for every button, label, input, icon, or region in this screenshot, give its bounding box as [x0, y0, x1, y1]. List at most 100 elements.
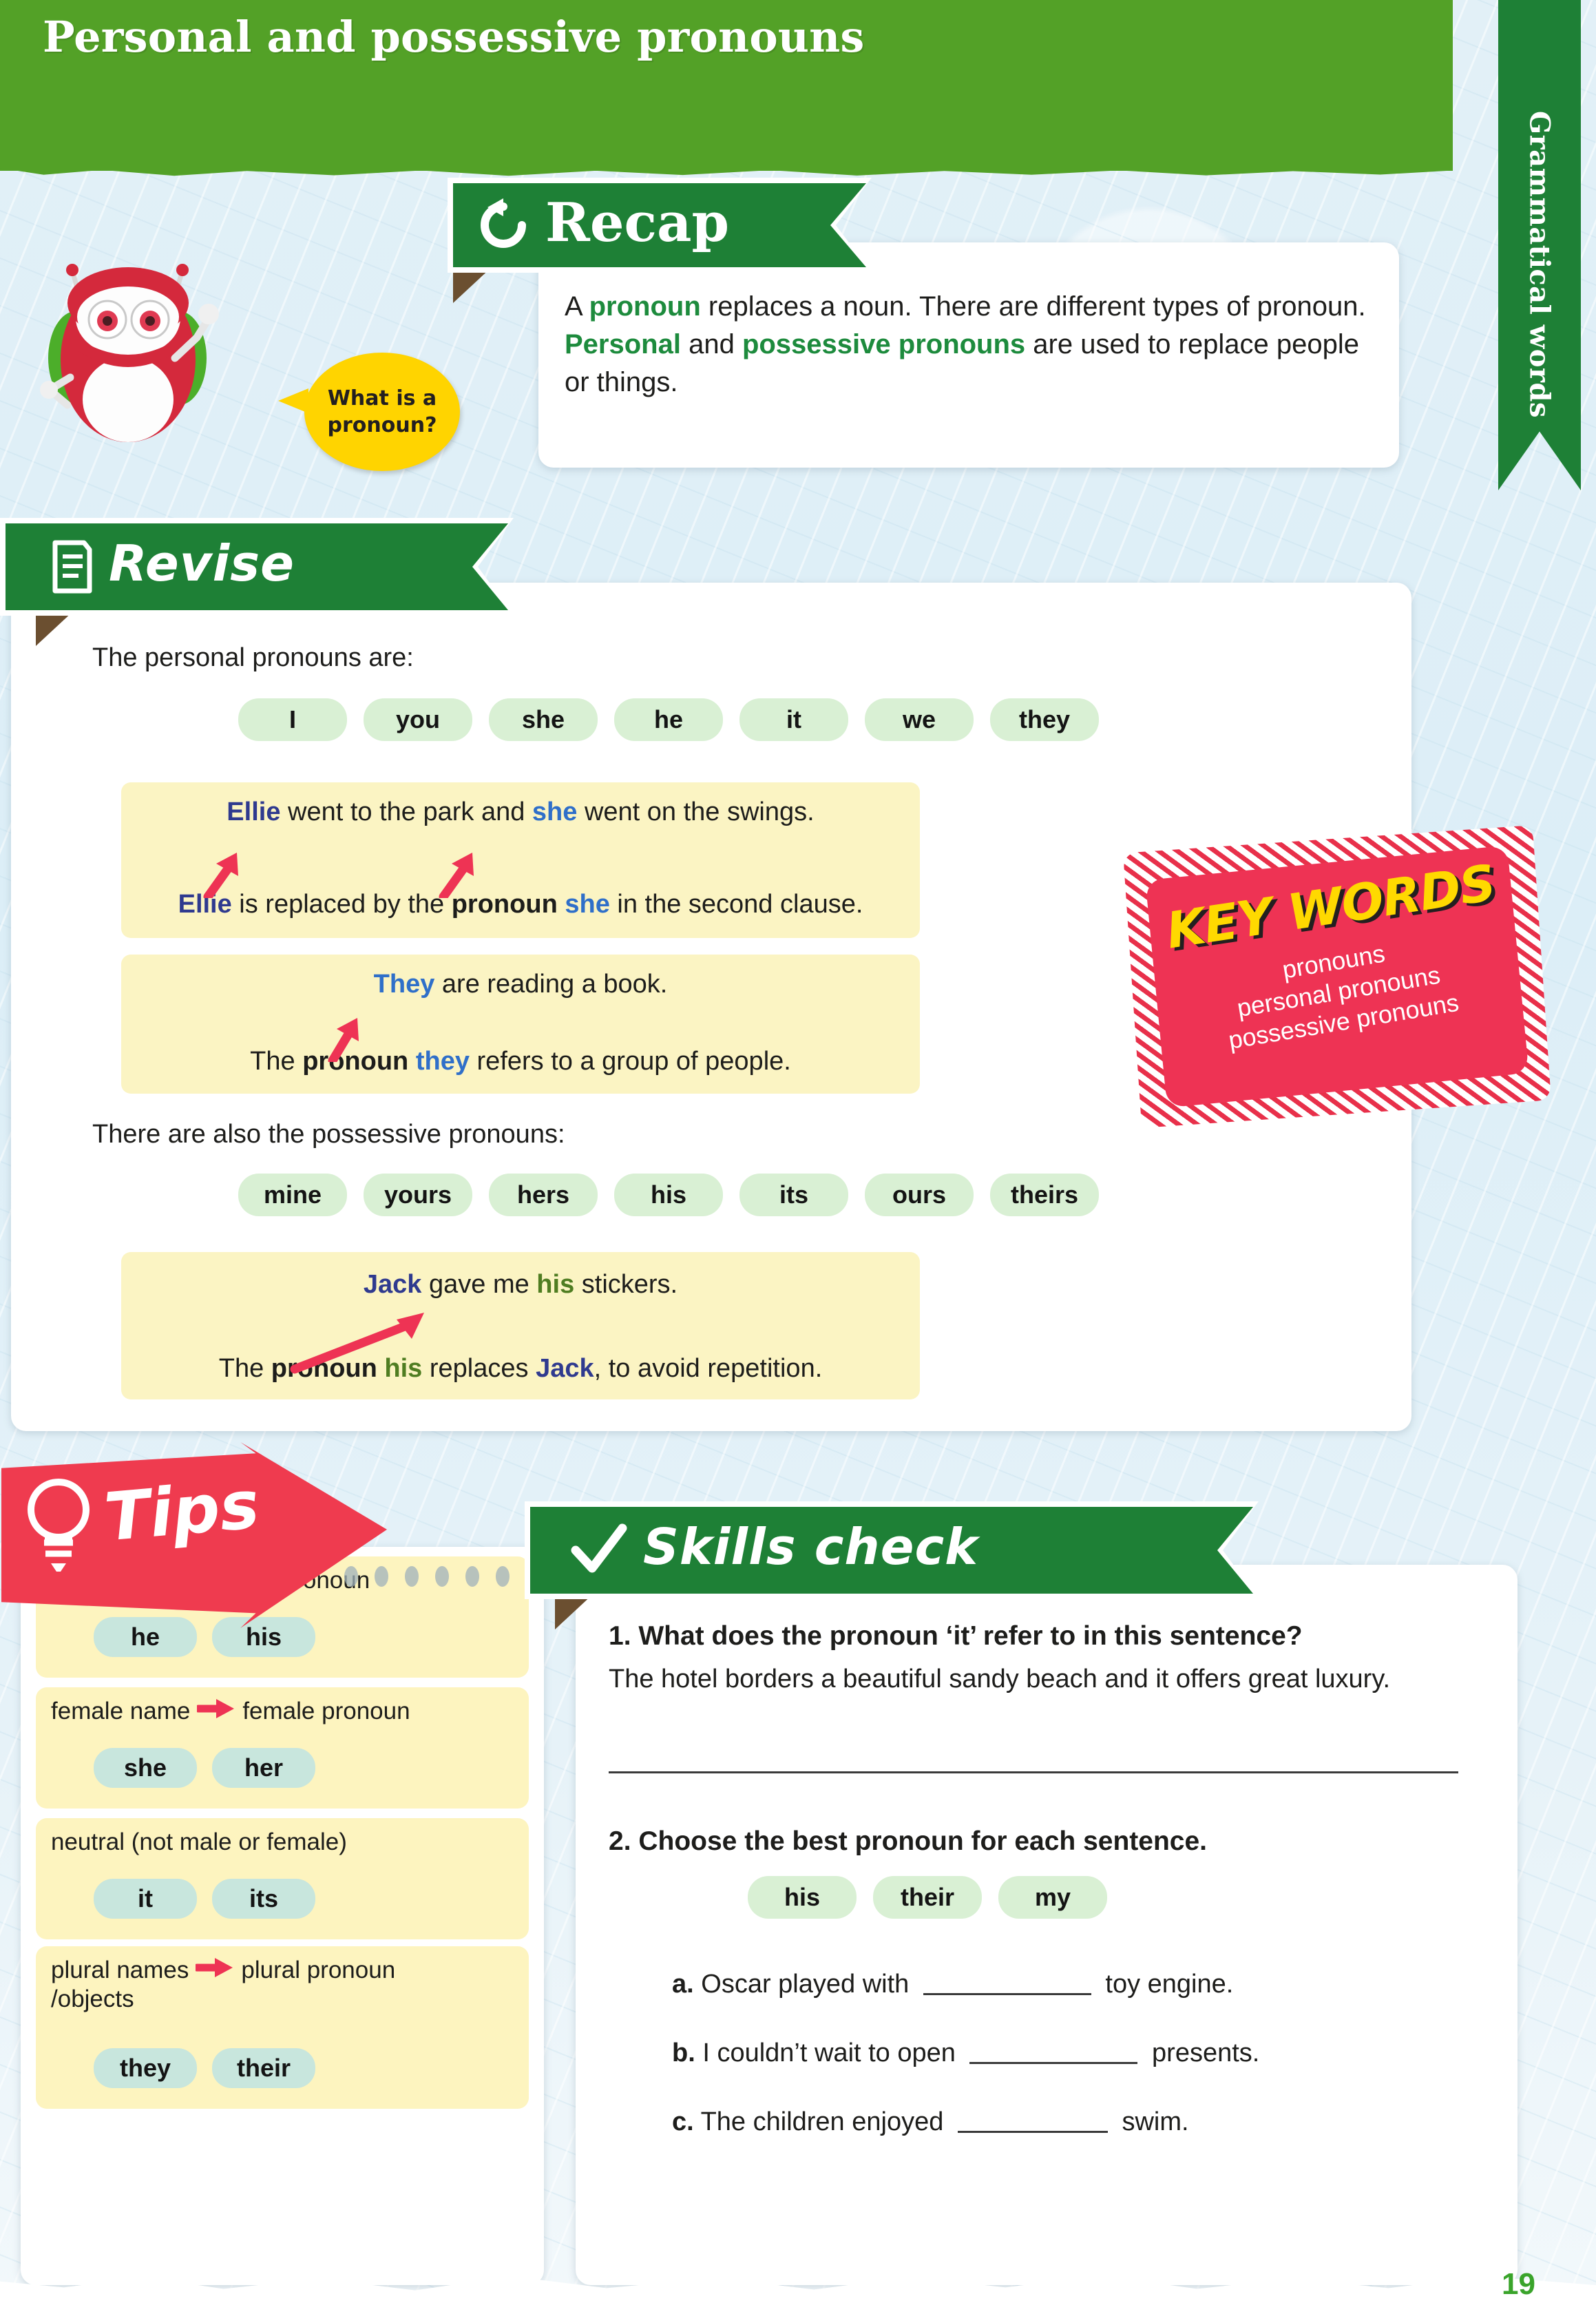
tip-row-label: plural names /objects plural pronoun [51, 1956, 395, 2014]
speech-bubble: What is a pronoun? [278, 353, 460, 471]
personal-pronoun-pill[interactable]: she [489, 698, 598, 741]
question-2-item-letter: b. [672, 2039, 695, 2067]
recap-card: A pronoun replaces a noun. There are dif… [538, 242, 1399, 468]
example-2-exp-pronoun: they [415, 1047, 470, 1076]
check-tick-icon [569, 1523, 628, 1578]
revise-intro-possessive: There are also the possessive pronouns: [92, 1120, 565, 1149]
page-number: 19 [1502, 2267, 1535, 2301]
question-2-option-pills: his their my [748, 1876, 1107, 1919]
tip-pill[interactable]: they [94, 2048, 197, 2088]
tips-dot [465, 1566, 479, 1587]
tip-row: plural names /objects plural pronoun they t… [36, 1946, 529, 2109]
possessive-pronoun-pill[interactable]: yours [364, 1174, 472, 1216]
tip-pill-row: she her [94, 1748, 315, 1788]
personal-pronoun-pill[interactable]: I [238, 698, 347, 741]
tip-pill[interactable]: she [94, 1748, 197, 1788]
refresh-arrow-icon [476, 198, 530, 252]
possessive-pronoun-pill[interactable]: theirs [990, 1174, 1099, 1216]
question-2-option-pill[interactable]: their [873, 1876, 982, 1919]
key-words-badge: KEY WORDS pronouns personal pronouns posse… [1120, 820, 1555, 1133]
personal-pronoun-pill[interactable]: it [739, 698, 848, 741]
example-2-exp-space [408, 1047, 416, 1076]
tip-pill[interactable]: their [212, 2048, 315, 2088]
personal-pronoun-pill[interactable]: he [614, 698, 723, 741]
title-band: Personal and possessive pronouns [0, 0, 1453, 171]
question-2-option-pill[interactable]: his [748, 1876, 857, 1919]
tip-pill-row: it its [94, 1879, 315, 1919]
page-title: Personal and possessive pronouns [43, 12, 865, 62]
possessive-pronoun-pill[interactable]: its [739, 1174, 848, 1216]
example-3-exp-g: , to avoid repetition. [594, 1354, 823, 1383]
question-1-title: 1. What does the pronoun ‘it’ refer to i… [609, 1621, 1303, 1651]
question-1-answer-line[interactable] [609, 1771, 1458, 1773]
question-2-item: a. Oscar played with toy engine. [672, 1970, 1233, 1999]
question-2-option-pill[interactable]: my [998, 1876, 1107, 1919]
recap-text-part3: and [680, 329, 742, 360]
tips-dot [405, 1566, 419, 1587]
revise-ribbon: Revise [6, 523, 508, 610]
tip-pill[interactable]: it [94, 1879, 197, 1919]
question-2-item-before: Oscar played with [693, 1970, 916, 1999]
possessive-pronoun-pill[interactable]: hers [489, 1174, 598, 1216]
question-2-item-blank[interactable] [957, 2115, 1108, 2133]
tip-row-label: neutral (not male or female) [51, 1828, 347, 1857]
personal-pronoun-pill[interactable]: you [364, 698, 472, 741]
question-2-item-before: The children enjoyed [693, 2107, 951, 2136]
example-1-arrow-right-icon [439, 853, 474, 898]
tip-pill[interactable]: its [212, 1879, 315, 1919]
question-2-title: 2. Choose the best pronoun for each sent… [609, 1826, 1207, 1856]
tip-arrow-icon [197, 1699, 235, 1718]
question-1-body: The hotel borders a beautiful sandy beac… [609, 1665, 1391, 1694]
tip-row-left-text: neutral (not male or female) [51, 1828, 347, 1855]
recap-ribbon: Recap [453, 183, 866, 267]
example-2-exp-a: The [250, 1047, 303, 1076]
possessive-pronoun-pill[interactable]: mine [238, 1174, 347, 1216]
example-1-sentence: Ellie went to the park and she went on t… [121, 798, 920, 827]
personal-pronoun-pill[interactable]: they [990, 698, 1099, 741]
example-3-sentence: Jack gave me his stickers. [121, 1270, 920, 1300]
example-3-text-b: gave me [421, 1270, 537, 1299]
example-2-sentence: They are reading a book. [121, 970, 920, 999]
tip-pill[interactable]: her [212, 1748, 315, 1788]
robot-mascot-icon [40, 264, 219, 442]
revise-heading: Revise [109, 534, 295, 592]
example-1-noun: Ellie [227, 798, 281, 826]
tip-row-label: female name female pronoun [51, 1697, 410, 1726]
example-1-text-d: went on the swings. [577, 798, 815, 826]
recap-text-part1: A [565, 291, 589, 322]
question-2-item-after: toy engine. [1098, 1970, 1234, 1999]
example-3-explanation: The pronoun his replaces Jack, to avoid … [121, 1354, 920, 1384]
question-2-item-after: swim. [1114, 2107, 1189, 2136]
recap-keyword-pronoun: pronoun [589, 291, 701, 322]
personal-pronoun-pill-row: Iyou she he it we they [238, 698, 1099, 741]
possessive-pronoun-pill[interactable]: his [614, 1174, 723, 1216]
example-3-arrow-icon [290, 1313, 424, 1374]
skills-check-heading: Skills check [643, 1518, 979, 1576]
question-2-item: c. The children enjoyed swim. [672, 2107, 1189, 2137]
skills-check-ribbon: Skills check [530, 1507, 1253, 1594]
example-3-exp-a: The [218, 1354, 271, 1383]
example-2-arrow-icon [328, 1018, 359, 1062]
possessive-pronoun-pill[interactable]: ours [865, 1174, 974, 1216]
tips-arrow-banner: Tips [1, 1442, 387, 1628]
tip-row: female name female pronoun she her [36, 1687, 529, 1809]
side-tab-grammatical-words: Grammatical words [1498, 0, 1581, 490]
example-1-arrow-left-icon [203, 853, 238, 898]
recap-heading: Recap [545, 191, 730, 254]
example-1-pronoun: she [532, 798, 578, 826]
side-tab-label: Grammatical words [1523, 111, 1556, 419]
possessive-pronoun-pill-row: mine yours hers his its ours theirs [238, 1174, 1099, 1216]
question-2-item-blank[interactable] [923, 1977, 1091, 1995]
example-1-exp-space [558, 890, 565, 919]
personal-pronoun-pill[interactable]: we [865, 698, 974, 741]
example-1-exp-f: in the second clause. [609, 890, 863, 919]
tips-heading: Tips [101, 1466, 262, 1556]
recap-keyword-personal: Personal [565, 329, 681, 360]
question-2-item-after: presents. [1144, 2039, 1260, 2067]
example-3-noun: Jack [363, 1270, 422, 1299]
example-2-explanation: The pronoun they refers to a group of pe… [121, 1047, 920, 1076]
question-2-item-blank[interactable] [969, 2046, 1138, 2064]
recap-keyword-possessive: possessive pronouns [742, 329, 1026, 360]
example-1-box: Ellie went to the park and she went on t… [121, 782, 920, 938]
skills-check-card: 1. What does the pronoun ‘it’ refer to i… [576, 1565, 1518, 2285]
